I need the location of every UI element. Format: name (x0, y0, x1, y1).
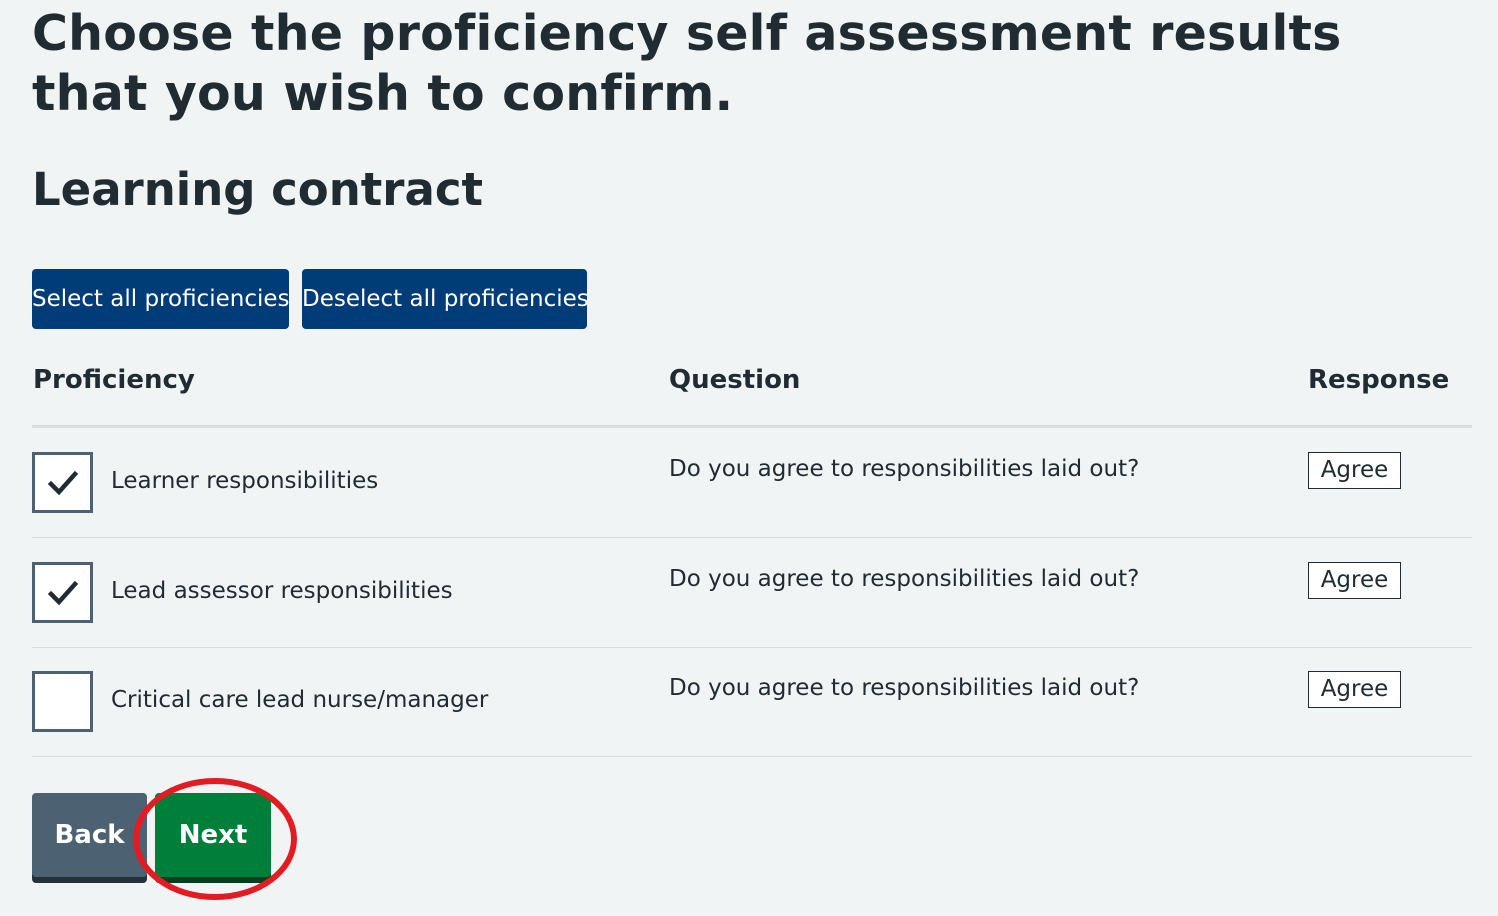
response-tag: Agree (1308, 452, 1401, 489)
proficiency-checkbox[interactable] (32, 671, 93, 732)
question-text: Do you agree to responsibilities laid ou… (669, 566, 1140, 592)
deselect-all-button[interactable]: Deselect all proficiencies (302, 269, 589, 329)
page: Choose the proficiency self assessment r… (0, 0, 1498, 916)
check-icon (47, 580, 79, 606)
question-text: Do you agree to responsibilities laid ou… (669, 675, 1140, 701)
question-text: Do you agree to responsibilities laid ou… (669, 456, 1140, 482)
proficiency-label: Learner responsibilities (111, 468, 379, 494)
response-tag: Agree (1308, 671, 1401, 708)
column-header-question: Question (669, 365, 801, 395)
page-title: Choose the proficiency self assessment r… (32, 5, 1342, 122)
next-button[interactable]: Next (155, 793, 271, 877)
response-tag: Agree (1308, 562, 1401, 599)
proficiency-label: Lead assessor responsibilities (111, 578, 453, 604)
table-row: Learner responsibilities Do you agree to… (32, 428, 1472, 538)
proficiency-checkbox[interactable] (32, 562, 93, 623)
column-header-response: Response (1308, 365, 1450, 395)
proficiency-checkbox[interactable] (32, 452, 93, 513)
back-button[interactable]: Back (32, 793, 147, 877)
table-row: Lead assessor responsibilities Do you ag… (32, 538, 1472, 648)
proficiency-label: Critical care lead nurse/manager (111, 687, 489, 713)
table-row: Critical care lead nurse/manager Do you … (32, 647, 1472, 757)
column-header-proficiency: Proficiency (33, 365, 195, 395)
check-icon (47, 470, 79, 496)
section-title: Learning contract (32, 163, 484, 216)
select-all-button[interactable]: Select all proficiencies (32, 269, 290, 329)
